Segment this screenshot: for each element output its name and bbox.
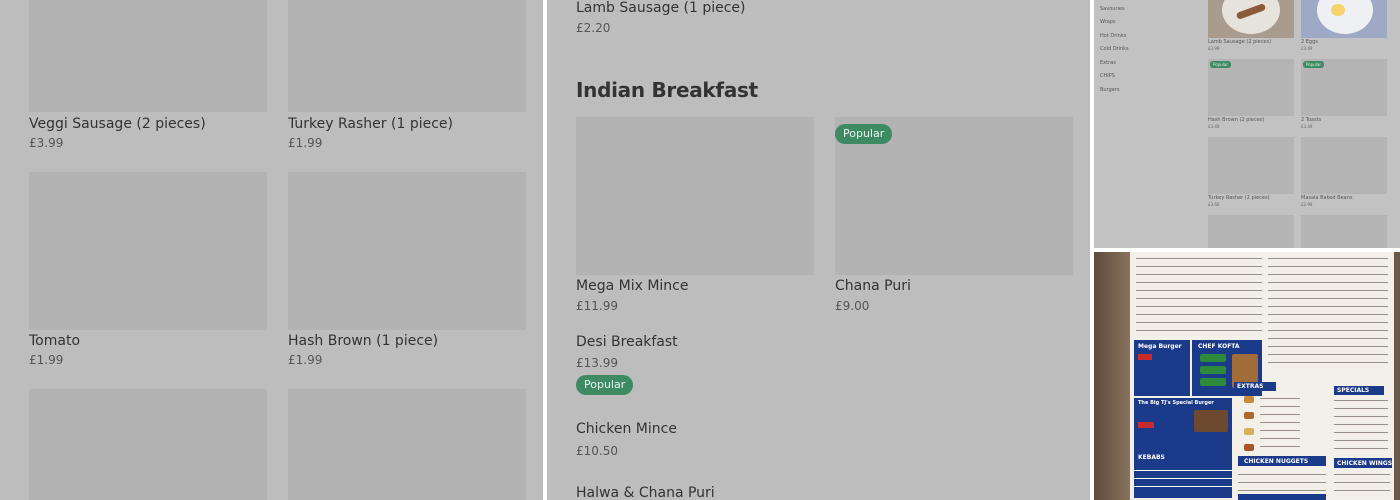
item-name[interactable]: Masala Baked Beans [1301, 195, 1352, 201]
item-image[interactable] [1301, 215, 1387, 248]
item-image[interactable] [1208, 215, 1294, 248]
extras-header: EXTRAS [1234, 382, 1276, 391]
item-price: £3.49 [1301, 46, 1313, 51]
menu-panel-middle: Lamb Sausage (1 piece) £2.20 Indian Brea… [547, 0, 1090, 500]
item-price: £9.00 [835, 299, 870, 313]
item-price: £13.99 [576, 356, 618, 370]
chicken-nuggets-header: CHICKEN NUGGETS [1238, 456, 1326, 466]
popular-badge: Popular [576, 375, 634, 395]
category-link[interactable]: Savouries [1100, 6, 1125, 12]
popular-badge: Popular [1303, 61, 1324, 68]
item-name[interactable]: 2 Toasts [1301, 117, 1321, 123]
item-price: £11.99 [576, 299, 618, 313]
menu-thumbnail-panel: Savouries Wraps Hot Drinks Cold Drinks E… [1094, 0, 1400, 248]
item-price: £2.99 [1301, 202, 1313, 207]
popular-badge: Popular [835, 124, 893, 144]
item-price: £1.99 [29, 353, 64, 367]
item-name[interactable]: Lamb Sausage (2 pieces) [1208, 39, 1271, 45]
item-name[interactable]: Lamb Sausage (1 piece) [576, 0, 746, 16]
item-price: £2.20 [576, 21, 611, 35]
mega-burger-box: Mega Burger [1134, 340, 1190, 396]
item-name[interactable]: Veggi Sausage (2 pieces) [29, 116, 206, 132]
specials-header: SPECIALS [1334, 386, 1384, 395]
item-image[interactable] [288, 389, 526, 500]
item-price: £3.49 [1301, 124, 1313, 129]
item-price: £10.50 [576, 444, 618, 458]
item-name[interactable]: Tomato [29, 333, 80, 349]
item-name[interactable]: Mega Mix Mince [576, 278, 688, 294]
menu-board: Mega Burger CHEF KOFTA The Big TJ's Spec… [1130, 252, 1394, 500]
item-name[interactable]: Desi Breakfast [576, 334, 678, 350]
item-name[interactable]: Turkey Rasher (1 piece) [288, 116, 453, 132]
category-link[interactable]: Burgers [1100, 87, 1119, 93]
category-link[interactable]: Cold Drinks [1100, 46, 1129, 52]
item-name[interactable]: Hash Brown (1 piece) [288, 333, 438, 349]
item-name[interactable]: Chicken Mince [576, 421, 677, 437]
item-image[interactable] [288, 172, 526, 330]
item-image[interactable] [29, 0, 267, 112]
item-price: £3.49 [1208, 124, 1220, 129]
item-price: £1.99 [288, 353, 323, 367]
popular-badge: Popular [1210, 61, 1231, 68]
item-name[interactable]: Halwa & Chana Puri [576, 485, 715, 500]
category-link[interactable]: CHIPS [1100, 73, 1115, 79]
item-image[interactable] [29, 172, 267, 330]
category-link[interactable]: Extras [1100, 60, 1116, 66]
section-title: Indian Breakfast [576, 78, 758, 102]
item-price: £3.99 [29, 136, 64, 150]
item-name[interactable]: Chana Puri [835, 278, 911, 294]
special-burger-box: The Big TJ's Special Burger KEBABS [1134, 398, 1232, 498]
item-image[interactable] [1208, 137, 1294, 194]
item-image[interactable] [288, 0, 526, 112]
item-price: £3.60 [1208, 202, 1220, 207]
item-image[interactable] [1301, 137, 1387, 194]
item-price: £3.99 [1208, 46, 1220, 51]
item-image[interactable] [29, 389, 267, 500]
item-name[interactable]: 2 Eggs [1301, 39, 1318, 45]
chicken-wings-header: CHICKEN WINGS [1334, 458, 1392, 468]
item-image[interactable] [576, 117, 814, 275]
category-link[interactable]: Hot Drinks [1100, 33, 1126, 39]
item-image[interactable] [1301, 0, 1387, 38]
item-name[interactable]: Hash Brown (2 pieces) [1208, 117, 1264, 123]
menu-panel-left: Veggi Sausage (2 pieces) £3.99 Turkey Ra… [0, 0, 543, 500]
item-price: £1.99 [288, 136, 323, 150]
category-link[interactable]: Wraps [1100, 19, 1116, 25]
item-image[interactable] [1208, 0, 1294, 38]
menu-board-photo: Mega Burger CHEF KOFTA The Big TJ's Spec… [1094, 252, 1400, 500]
item-name[interactable]: Turkey Rasher (2 pieces) [1208, 195, 1270, 201]
